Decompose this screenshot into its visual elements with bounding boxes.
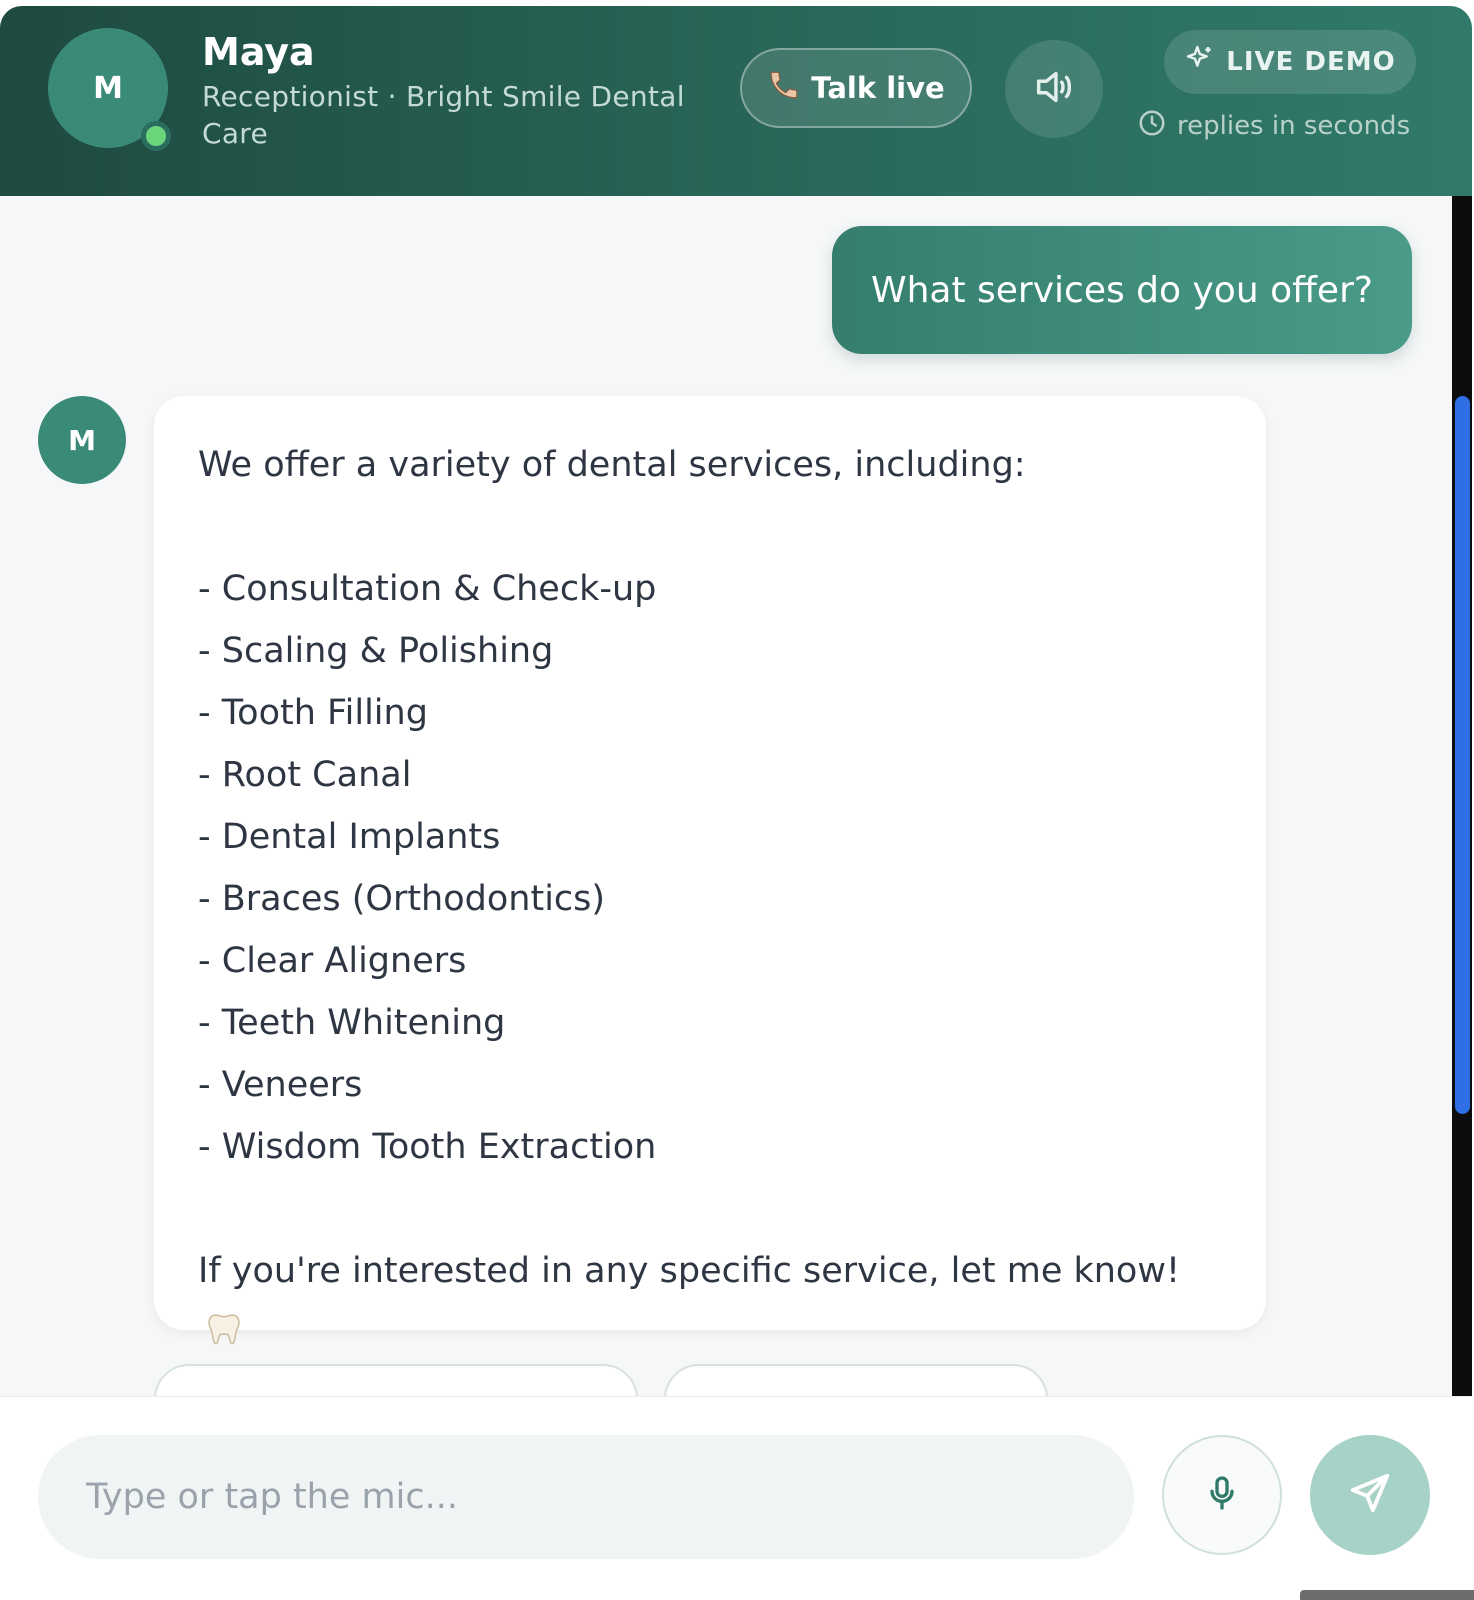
online-status-dot	[141, 121, 171, 151]
quick-reply-chip[interactable]	[154, 1364, 638, 1396]
send-button[interactable]	[1310, 1435, 1430, 1555]
chat-widget: M Maya Receptionist · Bright Smile Denta…	[0, 6, 1472, 1600]
service-item: - Dental Implants	[198, 817, 501, 857]
composer-bar	[0, 1396, 1472, 1600]
bot-avatar: M	[38, 396, 126, 484]
user-message-text: What services do you offer?	[871, 269, 1373, 311]
bot-intro-text: We offer a variety of dental services, i…	[198, 445, 1026, 485]
bot-outro-text: If you're interested in any specific ser…	[198, 1251, 1180, 1291]
mic-icon	[1202, 1473, 1242, 1517]
scrollbar-thumb[interactable]	[1455, 396, 1470, 1114]
reply-speed-info: replies in seconds	[1137, 106, 1410, 146]
agent-name: Maya	[202, 30, 315, 74]
quick-reply-chip[interactable]	[664, 1364, 1048, 1396]
services-list: - Consultation & Check-up - Scaling & Po…	[198, 558, 1222, 1178]
window-resize-handle	[1300, 1590, 1474, 1600]
service-item: - Clear Aligners	[198, 941, 467, 981]
message-input[interactable]	[38, 1435, 1134, 1559]
service-item: - Teeth Whitening	[198, 1003, 506, 1043]
speaker-icon	[1031, 64, 1077, 114]
live-demo-badge: LIVE DEMO	[1164, 30, 1416, 94]
clock-icon	[1137, 108, 1167, 145]
service-item: - Root Canal	[198, 755, 412, 795]
mic-button[interactable]	[1162, 1435, 1282, 1555]
chat-header: M Maya Receptionist · Bright Smile Denta…	[0, 6, 1472, 196]
service-item: - Tooth Filling	[198, 693, 428, 733]
bot-avatar-initial: M	[68, 423, 96, 457]
message-list[interactable]: What services do you offer? M We offer a…	[0, 196, 1452, 1396]
phone-icon	[767, 68, 801, 109]
service-item: - Veneers	[198, 1065, 363, 1105]
user-message-bubble: What services do you offer?	[832, 226, 1412, 354]
sparkle-icon	[1184, 43, 1216, 82]
bot-message-bubble: We offer a variety of dental services, i…	[154, 396, 1266, 1345]
service-item: - Braces (Orthodontics)	[198, 879, 606, 919]
service-item: - Scaling & Polishing	[198, 631, 554, 671]
send-icon	[1347, 1470, 1393, 1520]
tooth-emoji	[204, 1308, 244, 1370]
bot-outro: If you're interested in any specific ser…	[198, 1240, 1222, 1370]
talk-live-button[interactable]: Talk live	[740, 48, 972, 128]
reply-speed-label: replies in seconds	[1177, 111, 1411, 141]
live-demo-label: LIVE DEMO	[1226, 47, 1396, 77]
service-item: - Wisdom Tooth Extraction	[198, 1127, 657, 1167]
talk-live-label: Talk live	[811, 71, 945, 105]
agent-role: Receptionist · Bright Smile Dental Care	[202, 80, 685, 150]
agent-avatar-initial: M	[93, 70, 123, 106]
service-item: - Consultation & Check-up	[198, 569, 657, 609]
speaker-toggle-button[interactable]	[1005, 40, 1103, 138]
